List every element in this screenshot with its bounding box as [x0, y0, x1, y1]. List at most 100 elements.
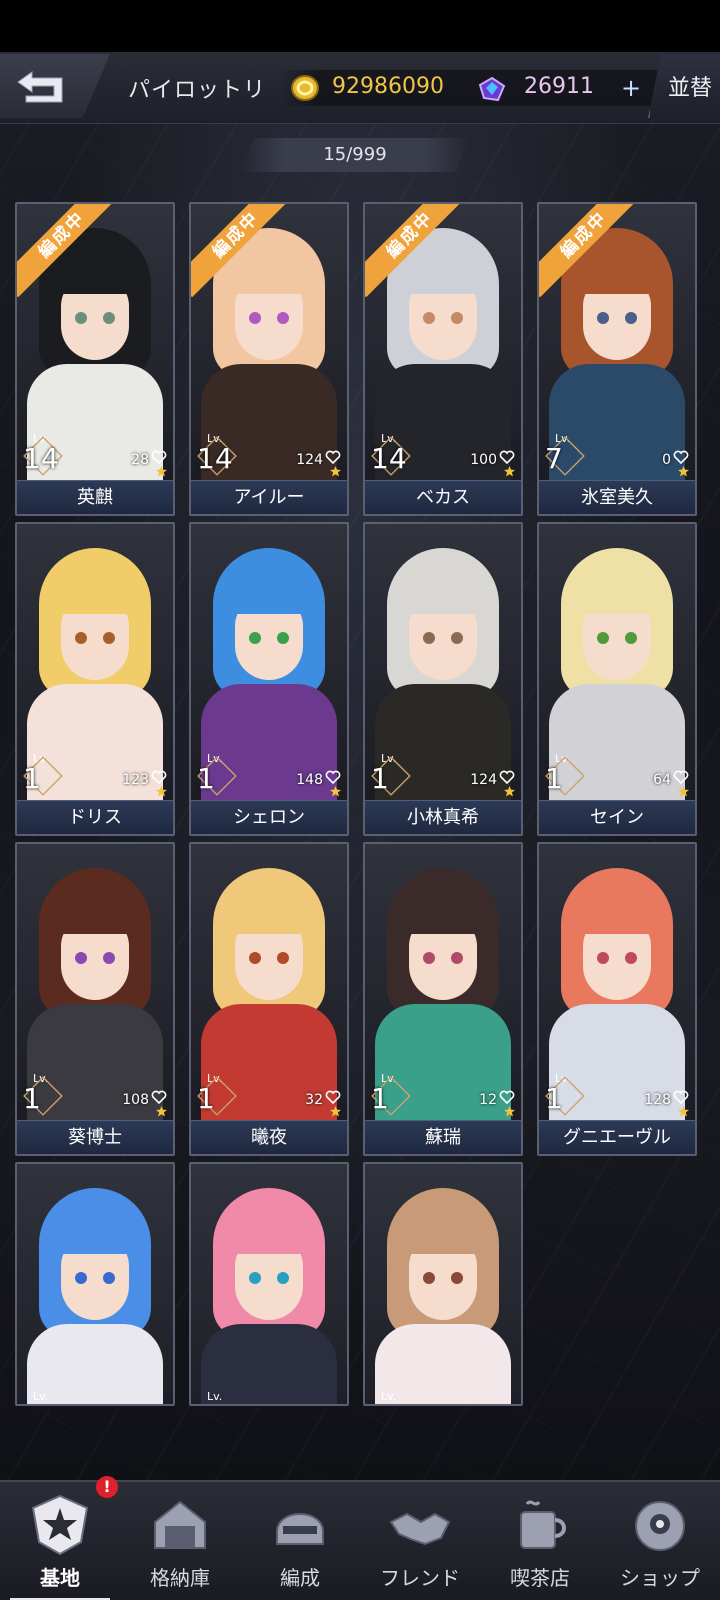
portrait-bangs [53, 894, 137, 934]
pilot-card[interactable]: Lv. 1 148 シェロン [189, 522, 349, 836]
portrait-eye [75, 1272, 87, 1284]
level-value: 1 [23, 1082, 41, 1115]
heart-icon [673, 450, 689, 464]
heart-icon [499, 450, 515, 464]
portrait-eye [423, 312, 435, 324]
portrait-eye [423, 1272, 435, 1284]
affinity-value: 28 [131, 452, 149, 468]
level-label: Lv. [381, 1390, 397, 1403]
portrait-eye [451, 1272, 463, 1284]
nav-label: ショップ [620, 1566, 700, 1590]
heart-icon [151, 450, 167, 464]
pilot-portrait [191, 1164, 347, 1404]
star-icon [678, 466, 689, 477]
heart-icon [673, 770, 689, 784]
status-bar [0, 0, 720, 52]
level-value: 1 [197, 1082, 215, 1115]
bottom-nav: 基地 格納庫 編成 フレンド 喫茶店 ショップ [0, 1480, 720, 1600]
pilot-portrait [17, 1164, 173, 1404]
heart-icon [673, 1090, 689, 1104]
pilot-card[interactable]: Lv. 1 108 葵博士 [15, 842, 175, 1156]
portrait-eye [625, 952, 637, 964]
pilot-name: グニエーヴル [539, 1120, 695, 1154]
level-value: 1 [197, 762, 215, 795]
affinity-value: 0 [662, 452, 671, 468]
nav-item[interactable]: 基地 [0, 1482, 120, 1600]
pilot-name: 曦夜 [191, 1120, 347, 1154]
pilot-card[interactable]: Lv. 1 12 蘇瑞 [363, 842, 523, 1156]
portrait-bangs [575, 894, 659, 934]
pilot-name: セイン [539, 800, 695, 834]
affinity-value: 124 [296, 452, 323, 468]
pilot-card[interactable]: 編成中 Lv. 14 124 アイルー [189, 202, 349, 516]
pilot-card[interactable]: 編成中 Lv. 14 28 英麒 [15, 202, 175, 516]
star-icon [678, 1106, 689, 1117]
pilot-card[interactable]: Lv. 1 128 グニエーヴル [537, 842, 697, 1156]
pilot-name: ベカス [365, 480, 521, 514]
pilot-card[interactable]: 編成中 Lv. 14 100 ベカス [363, 202, 523, 516]
level-label: Lv. [207, 1390, 223, 1403]
pilot-card[interactable]: Lv. 1 64 セイン [537, 522, 697, 836]
portrait-bangs [575, 254, 659, 294]
portrait-bangs [227, 894, 311, 934]
heart-icon [325, 450, 341, 464]
pilot-portrait [365, 1164, 521, 1404]
portrait-eye [597, 312, 609, 324]
pilot-card[interactable]: Lv. [363, 1162, 523, 1406]
nav-item[interactable]: 格納庫 [120, 1482, 240, 1600]
pilot-name: アイルー [191, 480, 347, 514]
pilot-card[interactable]: Lv. 1 124 小林真希 [363, 522, 523, 836]
pilot-card[interactable]: Lv. [15, 1162, 175, 1406]
star-icon [504, 786, 515, 797]
alert-badge: ! [96, 1476, 118, 1498]
portrait-eye [75, 312, 87, 324]
portrait-eye [249, 312, 261, 324]
star-icon [156, 466, 167, 477]
portrait-eye [103, 1272, 115, 1284]
portrait-eye [249, 1272, 261, 1284]
pilot-card[interactable]: Lv. 1 123 ドリス [15, 522, 175, 836]
portrait-eye [423, 952, 435, 964]
nav-item[interactable]: 編成 [240, 1482, 360, 1600]
portrait-eye [103, 312, 115, 324]
pilot-card[interactable]: 編成中 Lv. 7 0 氷室美久 [537, 202, 697, 516]
nav-item[interactable]: フレンド [360, 1482, 480, 1600]
affinity-value: 124 [470, 772, 497, 788]
level-value: 14 [197, 442, 233, 475]
portrait-bangs [227, 254, 311, 294]
coin-icon [291, 75, 319, 101]
portrait-bangs [401, 894, 485, 934]
level-value: 7 [545, 442, 563, 475]
heart-icon [499, 770, 515, 784]
nav-item[interactable]: ショップ [600, 1482, 720, 1600]
heart-icon [151, 770, 167, 784]
level-value: 1 [23, 762, 41, 795]
portrait-eye [277, 952, 289, 964]
pilot-card[interactable]: Lv. [189, 1162, 349, 1406]
star-icon [156, 786, 167, 797]
nav-label: 基地 [40, 1566, 80, 1590]
cafe-icon [520, 1500, 566, 1549]
star-icon [330, 466, 341, 477]
portrait-bangs [227, 1214, 311, 1254]
portrait-eye [249, 632, 261, 644]
nav-label: 編成 [280, 1566, 320, 1590]
add-gems-button[interactable]: + [618, 76, 644, 102]
heart-icon [499, 1090, 515, 1104]
portrait-eye [423, 632, 435, 644]
level-value: 1 [371, 1082, 389, 1115]
star-icon [678, 786, 689, 797]
portrait-bangs [401, 1214, 485, 1254]
gem-icon [478, 76, 506, 102]
affinity-value: 123 [122, 772, 149, 788]
pilot-name: 氷室美久 [539, 480, 695, 514]
affinity-value: 100 [470, 452, 497, 468]
portrait-eye [451, 952, 463, 964]
pilot-card[interactable]: Lv. 1 32 曦夜 [189, 842, 349, 1156]
star-icon [330, 786, 341, 797]
portrait-eye [103, 952, 115, 964]
portrait-eye [597, 632, 609, 644]
nav-item[interactable]: 喫茶店 [480, 1482, 600, 1600]
base-emblem-icon [31, 1494, 89, 1556]
helmet-icon [276, 1513, 324, 1545]
